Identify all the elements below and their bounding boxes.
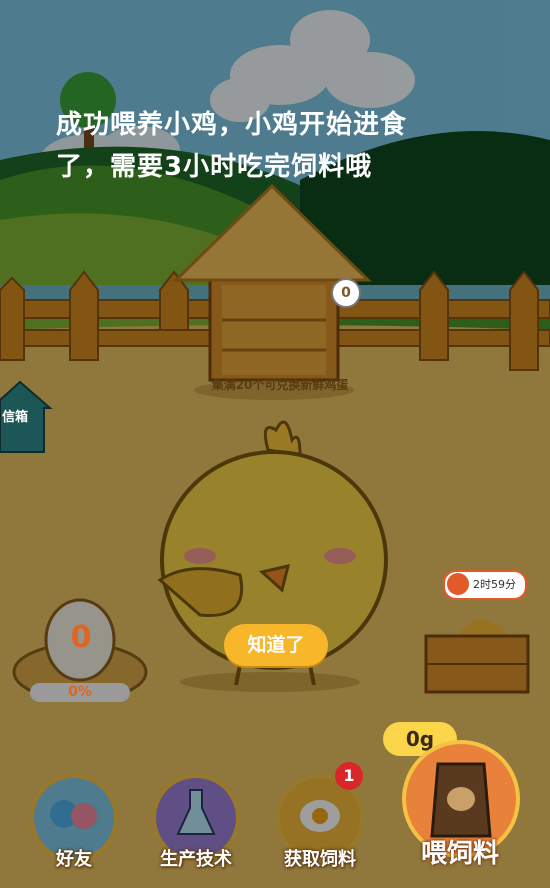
feed-button-label: 喂饲料 [420,839,499,869]
egg-progress-bar: 0% [30,683,130,702]
friends-label: 好友 [56,849,92,870]
get-feed-badge: 1 [335,762,363,790]
egg-progress-label: 0% [68,684,92,700]
feed-timer-text: 2时59分 [473,578,516,591]
get-feed-label: 获取饲料 [284,849,356,870]
coop-note: 集满20个可兑换新鲜鸡蛋 [211,378,349,392]
production-tech-label: 生产技术 [160,849,232,870]
tip-message: 成功喂养小鸡，小鸡开始进食了，需要3小时吃完饲料哦 [56,110,408,182]
coop-egg-counter: 0 [331,278,361,308]
mailbox-label[interactable]: 信箱 [2,406,28,425]
egg-count: 0 [70,620,92,655]
stopwatch-icon [447,573,469,595]
feed-timer: 2时59分 [443,570,527,600]
confirm-button[interactable]: 知道了 [224,624,328,666]
